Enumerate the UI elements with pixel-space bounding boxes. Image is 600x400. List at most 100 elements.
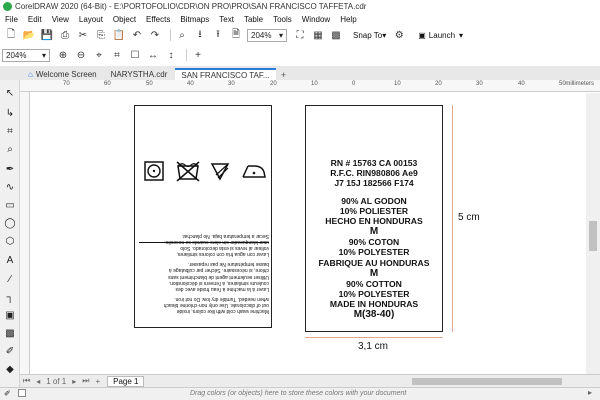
freehand-tool-icon[interactable]: ✒	[3, 162, 17, 176]
care-text-line-fr: chlore, si nécessaire. Sécher par culbut…	[168, 267, 269, 274]
horizontal-ruler[interactable]: 70 60 50 40 30 20 10 0 10 20 30 40 50 mi…	[20, 80, 600, 92]
drop-shadow-icon[interactable]: ▣	[3, 308, 17, 322]
import-icon[interactable]: ⭳	[193, 28, 207, 42]
width-dimension-line[interactable]	[305, 337, 443, 338]
text-tool-icon[interactable]: A	[3, 253, 17, 267]
color-palette-hint: Drag colors (or objects) here to store t…	[190, 390, 407, 397]
redo-icon[interactable]: ↷	[148, 28, 162, 42]
last-page-icon[interactable]: ⏭	[82, 376, 89, 386]
print-icon[interactable]: ⎙	[58, 28, 72, 42]
toolbox: ↖ ↳ ⌗ ⌕ ✒ ∿ ▭ ◯ ⬡ A ∕ ┐ ▣ ▩ ✐ ◆	[0, 80, 20, 392]
menu-table[interactable]: Table	[244, 15, 263, 24]
vertical-scrollbar[interactable]	[586, 93, 600, 374]
connector-tool-icon[interactable]: ┐	[3, 290, 17, 304]
options-gear-icon[interactable]: ⚙	[392, 28, 406, 42]
rn-number-line: RN # 15763 CA 00153	[330, 158, 418, 168]
zoom-in-icon[interactable]: ⊕	[56, 48, 70, 62]
ruler-tick-label: 30	[228, 81, 235, 87]
eyedropper-small-icon[interactable]: ✐	[4, 389, 11, 398]
menu-help[interactable]: Help	[340, 15, 356, 24]
ruler-tick-label: 50	[146, 81, 153, 87]
menu-object[interactable]: Object	[113, 15, 136, 24]
rectangle-tool-icon[interactable]: ▭	[3, 198, 17, 212]
cut-icon[interactable]: ✂	[76, 28, 90, 42]
menu-view[interactable]: View	[52, 15, 69, 24]
paste-icon[interactable]: 📋	[112, 28, 126, 42]
export-icon[interactable]: ⭱	[211, 28, 225, 42]
care-text-line-fr: Utiliser seulement agent de blanchiment …	[168, 273, 269, 280]
transparency-icon[interactable]: ▩	[3, 326, 17, 340]
publish-pdf-icon[interactable]: 🗎	[229, 28, 243, 42]
menu-bar: File Edit View Layout Object Effects Bit…	[0, 13, 600, 26]
menu-layout[interactable]: Layout	[79, 15, 103, 24]
height-dimension-line[interactable]	[452, 105, 453, 332]
palette-arrow-icon[interactable]: ▸	[588, 388, 592, 397]
zoom-out-icon[interactable]: ⊖	[74, 48, 88, 62]
previous-page-icon[interactable]: ◂	[36, 377, 40, 386]
menu-window[interactable]: Window	[302, 15, 330, 24]
tab-welcome-screen[interactable]: ⌂ Welcome Screen	[22, 68, 103, 80]
add-icon[interactable]: +	[191, 48, 205, 62]
care-text-line-es: voltear al reves si esta decolorado. Sol…	[180, 245, 269, 252]
open-icon[interactable]: 📂	[22, 28, 36, 42]
artistic-media-icon[interactable]: ∿	[3, 180, 17, 194]
zoom-page-icon[interactable]: ☐	[128, 48, 142, 62]
page-1-tab[interactable]: Page 1	[107, 375, 145, 387]
tab-narystha[interactable]: NARYSTHA.cdr	[105, 68, 174, 80]
pick-tool-icon[interactable]: ↖	[3, 86, 17, 100]
coreldraw-app-icon	[3, 2, 12, 11]
home-icon: ⌂	[28, 69, 33, 79]
interactive-fill-icon[interactable]: ◆	[3, 362, 17, 376]
ruler-tick-label: 30	[476, 81, 483, 87]
polygon-tool-icon[interactable]: ⬡	[3, 234, 17, 248]
menu-effects[interactable]: Effects	[146, 15, 170, 24]
search-content-icon[interactable]: ⌕	[175, 28, 189, 42]
zoom-level-dropdown[interactable]: 204% ▾	[247, 28, 287, 42]
ruler-tick-label: 60	[104, 81, 111, 87]
horizontal-scroll-thumb[interactable]	[412, 378, 562, 385]
zoom-all-objects-icon[interactable]: ⌗	[110, 48, 124, 62]
add-page-icon[interactable]: +	[95, 377, 100, 386]
vertical-scroll-thumb[interactable]	[589, 221, 597, 251]
zoom-levels-select[interactable]: 204% ▾	[2, 48, 50, 62]
care-text-line-es: Secar a temperatura baja. No planchar.	[181, 232, 269, 239]
menu-tools[interactable]: Tools	[273, 15, 292, 24]
first-page-icon[interactable]: ⏮	[23, 376, 30, 386]
menu-bitmaps[interactable]: Bitmaps	[180, 15, 209, 24]
eyedropper-icon[interactable]: ✐	[3, 344, 17, 358]
vertical-ruler[interactable]	[20, 92, 30, 374]
zoom-page-width-icon[interactable]: ↔	[146, 48, 160, 62]
chevron-down-icon: ▾	[382, 30, 387, 40]
zoom-tool-icon[interactable]: ⌕	[3, 142, 17, 156]
ellipse-tool-icon[interactable]: ◯	[3, 216, 17, 230]
ruler-tick-label: 20	[435, 81, 442, 87]
zoom-page-height-icon[interactable]: ↕	[164, 48, 178, 62]
menu-file[interactable]: File	[5, 15, 18, 24]
chevron-down-icon: ▾	[278, 30, 283, 40]
new-document-icon[interactable]: 🗋	[4, 28, 18, 42]
shape-tool-icon[interactable]: ↳	[3, 106, 17, 120]
show-rulers-icon[interactable]: ▦	[311, 28, 325, 42]
copy-icon[interactable]: ⎘	[94, 28, 108, 42]
zoom-selected-icon[interactable]: ⌖	[92, 48, 106, 62]
full-screen-icon[interactable]: ⛶	[293, 28, 307, 42]
standard-toolbar: 🗋 📂 💾 ⎙ ✂ ⎘ 📋 ↶ ↷ ⌕ ⭳ ⭱ 🗎 204% ▾ ⛶ ▦ ▩ S…	[0, 26, 600, 44]
parallel-dimension-icon[interactable]: ∕	[3, 272, 17, 286]
care-symbols-row	[143, 160, 268, 182]
ruler-tick-label: 10	[394, 81, 401, 87]
ruler-unit-label: millimeters	[565, 81, 594, 87]
launch-dropdown[interactable]: ▣ Launch ▾	[418, 31, 463, 40]
save-icon[interactable]: 💾	[40, 28, 54, 42]
chevron-down-icon: ▾	[459, 30, 464, 40]
menu-text[interactable]: Text	[219, 15, 234, 24]
snap-to-dropdown[interactable]: Snap To ▾	[353, 31, 386, 40]
tab-san-francisco-taffeta[interactable]: SAN FRANCISCO TAF...	[175, 68, 276, 80]
undo-icon[interactable]: ↶	[130, 28, 144, 42]
new-tab-plus-icon[interactable]: +	[278, 69, 290, 80]
next-page-icon[interactable]: ▸	[72, 377, 76, 386]
show-grid-icon[interactable]: ▩	[329, 28, 343, 42]
menu-edit[interactable]: Edit	[28, 15, 42, 24]
composition-line: 90% AL GODON	[341, 195, 407, 206]
crop-tool-icon[interactable]: ⌗	[3, 124, 17, 138]
no-fill-swatch[interactable]	[18, 389, 26, 397]
